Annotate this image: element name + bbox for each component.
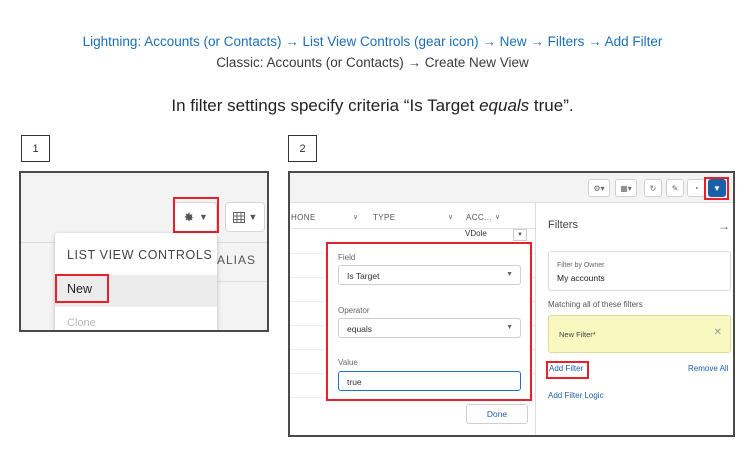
display-as-button[interactable]: ▦▾ [615,179,637,197]
edit-icon: ✎ [671,183,679,193]
column-type[interactable]: TYPE [373,213,396,222]
done-button[interactable]: Done [466,404,528,424]
field-select[interactable]: Is Target ▼ [338,265,521,285]
filter-by-owner-card[interactable]: Filter by Owner My accounts [548,251,731,291]
matching-filters-label: Matching all of these filters [548,300,643,309]
remove-all-link[interactable]: Remove All [688,364,728,373]
refresh-icon: ↻ [649,183,657,193]
filter-highlight [704,177,729,200]
filters-title: Filters [548,219,578,231]
filter-by-owner-label: Filter by Owner [557,262,605,269]
field-select-value: Is Target [347,271,380,281]
value-input-text: true [347,377,362,387]
refresh-button[interactable]: ↻ [644,179,662,197]
filter-editor-popover: Field Is Target ▼ Operator equals ▼ Valu… [326,242,532,401]
instruction-before: In filter settings specify criteria “Is … [171,96,480,115]
instruction-after: true”. [529,96,574,115]
chevron-down-icon: ▼ [506,324,513,331]
menu-title: LIST VIEW CONTROLS [67,248,213,262]
edit-button[interactable]: ✎ [666,179,684,197]
instruction-emphasis: equals [479,96,530,115]
table-icon [232,211,245,223]
chevron-down-icon: ▼ [248,212,258,222]
step-1-label: 1 [21,135,50,162]
divider [217,281,267,282]
chart-icon: ◔ [693,183,699,193]
instruction-text: In filter settings specify criteria “Is … [0,96,745,116]
close-icon[interactable]: ✕ [714,327,722,338]
column-phone[interactable]: HONE [291,213,316,222]
step-2-label: 2 [288,135,317,162]
charts-button[interactable]: ◔ [687,179,705,197]
field-label: Field [338,253,356,262]
filters-panel: Filters → Filter by Owner My accounts Ma… [535,203,733,435]
operator-select[interactable]: equals ▼ [338,318,521,338]
gear-icon: ⚙▾ [593,183,605,193]
column-account[interactable]: ACC... [466,213,492,222]
new-filter-label: New Filter* [559,330,596,339]
table-cell: VDole [465,229,487,238]
add-filter-link[interactable]: Add Filter [549,364,583,373]
chevron-down-icon[interactable]: ∨ [495,213,500,221]
lightning-nav-path: Lightning: Accounts (or Contacts) → List… [82,34,663,49]
value-label: Value [338,358,358,367]
step-2-screenshot: ⚙▾ ▦▾ ↻ ✎ ◔ ▼ HONE ∨ TYPE ∨ ACC... ∨ VDo… [288,171,735,437]
table-header: HONE ∨ TYPE ∨ ACC... ∨ [290,203,535,229]
row-action-dropdown[interactable]: ▼ [513,229,527,241]
gear-highlight [173,197,219,233]
list-view-toolbar: ⚙▾ ▦▾ ↻ ✎ ◔ ▼ [290,173,733,203]
operator-label: Operator [338,306,370,315]
step-1-screenshot: ▼ ▼ ALIAS LIST VIEW CONTROLS New Clone [19,171,269,332]
display-as-button[interactable]: ▼ [225,202,265,232]
add-filter-logic-link[interactable]: Add Filter Logic [548,391,604,400]
table-icon: ▦▾ [620,183,632,193]
chevron-down-icon[interactable]: ∨ [353,213,358,221]
list-view-controls-button[interactable]: ⚙▾ [588,179,610,197]
classic-nav-path: Classic: Accounts (or Contacts) → Create… [216,55,529,70]
chevron-down-icon: ▼ [506,271,513,278]
collapse-arrow-icon[interactable]: → [718,219,730,233]
operator-select-value: equals [347,324,373,334]
new-highlight [55,274,109,303]
chevron-down-icon[interactable]: ∨ [448,213,453,221]
menu-item-clone[interactable]: Clone [67,317,96,329]
new-filter-card[interactable]: New Filter* ✕ [548,315,731,353]
value-input[interactable]: true [338,371,521,391]
filter-by-owner-value: My accounts [557,273,605,283]
column-alias-header: ALIAS [217,253,257,267]
